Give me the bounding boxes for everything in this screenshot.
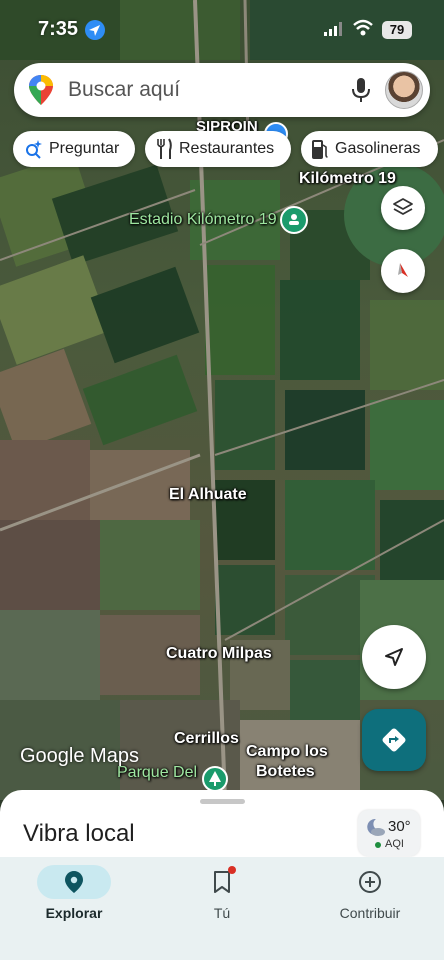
google-maps-pin-icon xyxy=(29,75,53,105)
status-time: 7:35 xyxy=(38,18,79,40)
nav-you-icon-wrap[interactable] xyxy=(185,865,259,899)
place-label-estadio[interactable]: Estadio Kilómetro 19 xyxy=(129,211,277,229)
place-label-cerrillos[interactable]: Cerrillos xyxy=(174,730,239,748)
compass-button[interactable] xyxy=(381,249,425,293)
fork-knife-icon xyxy=(157,138,172,159)
place-label-campo-1[interactable]: Campo los xyxy=(246,743,328,761)
nav-contribute-icon-wrap[interactable] xyxy=(333,865,407,899)
nav-explore-pill[interactable] xyxy=(37,865,111,899)
weather-temperature: 30° xyxy=(388,818,411,835)
layers-icon xyxy=(393,198,413,215)
place-label-campo-2[interactable]: Botetes xyxy=(256,763,315,781)
layers-button[interactable] xyxy=(381,186,425,230)
stadium-pin-icon[interactable] xyxy=(280,206,308,234)
chip-preguntar[interactable]: Preguntar xyxy=(13,131,135,167)
gas-pump-icon xyxy=(312,140,328,159)
cloudy-night-icon xyxy=(367,818,385,836)
chip-restaurantes[interactable]: Restaurantes xyxy=(145,131,291,167)
my-location-button[interactable] xyxy=(362,625,426,689)
weather-widget[interactable]: 30° AQI xyxy=(358,810,420,856)
chip-gasolineras[interactable]: Gasolineras xyxy=(301,131,438,167)
place-label-cuatro-milpas[interactable]: Cuatro Milpas xyxy=(166,645,272,663)
directions-button[interactable] xyxy=(362,709,426,771)
nav-you-label: Tú xyxy=(213,905,231,921)
aqi-status-icon xyxy=(375,842,381,848)
search-input[interactable]: Buscar aquí xyxy=(68,78,180,102)
place-label-alhuate[interactable]: El Alhuate xyxy=(169,486,247,504)
compass-icon xyxy=(398,263,408,277)
nav-contribute-label: Contribuir xyxy=(339,905,401,921)
google-maps-attribution: Google Maps xyxy=(20,745,139,767)
chip-label: Preguntar xyxy=(49,140,120,157)
notification-dot xyxy=(228,866,236,874)
directions-icon xyxy=(382,728,406,752)
search-bar[interactable]: Buscar aquí xyxy=(14,63,430,117)
aqi-label: AQI xyxy=(385,838,404,850)
avatar[interactable] xyxy=(385,71,423,109)
nav-explore-label: Explorar xyxy=(45,905,103,921)
chip-label: Gasolineras xyxy=(335,140,421,157)
wifi-icon xyxy=(353,19,373,36)
nav-you[interactable]: Tú xyxy=(148,857,296,960)
signal-icon xyxy=(324,22,342,36)
bookmark-icon xyxy=(214,871,230,893)
sheet-title: Vibra local xyxy=(23,820,135,847)
location-pin-icon xyxy=(65,871,83,893)
nav-explore[interactable]: Explorar xyxy=(0,857,148,960)
sheet-drag-handle[interactable] xyxy=(200,799,245,804)
battery-indicator: 79 xyxy=(382,21,412,39)
park-pin-icon[interactable] xyxy=(202,766,228,792)
status-bar: 7:35 79 xyxy=(0,0,444,58)
nav-contribute[interactable]: Contribuir xyxy=(296,857,444,960)
chip-label: Restaurantes xyxy=(179,140,275,157)
sparkle-search-icon xyxy=(26,140,42,159)
bottom-navigation: Explorar Tú Contribuir xyxy=(0,857,444,960)
microphone-icon[interactable] xyxy=(350,77,372,103)
place-label-km19[interactable]: Kilómetro 19 xyxy=(299,170,396,188)
location-arrow-icon xyxy=(85,20,105,40)
add-circle-icon xyxy=(359,871,381,893)
navigation-arrow-icon xyxy=(385,648,403,666)
